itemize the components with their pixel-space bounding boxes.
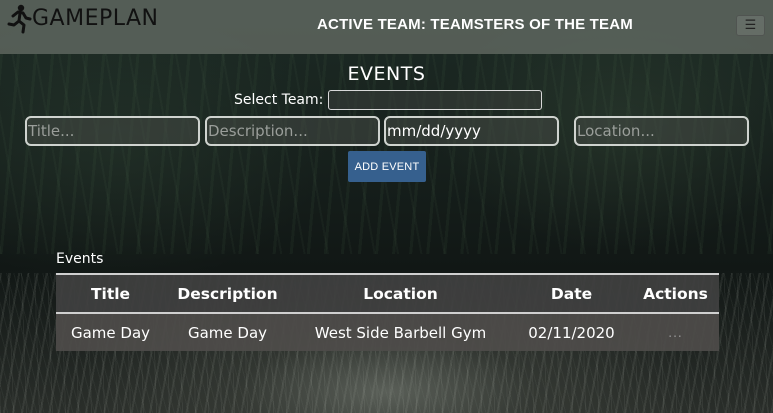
cell-title: Game Day: [70, 323, 151, 342]
hamburger-icon: ☰: [744, 18, 757, 33]
team-select[interactable]: [328, 90, 543, 110]
running-person-icon: [7, 4, 32, 34]
team-select-row: Select Team:: [234, 90, 543, 110]
row-actions-button[interactable]: ...: [632, 313, 719, 351]
active-team-label: ACTIVE TEAM: TEAMSTERS OF THE TEAM: [317, 16, 633, 33]
cell-location: West Side Barbell Gym: [314, 323, 487, 342]
menu-toggle-button[interactable]: ☰: [736, 15, 765, 36]
brand-name: GAMEPLAN: [32, 6, 159, 31]
cell-description: Game Day: [187, 323, 268, 342]
description-input[interactable]: [205, 116, 380, 146]
date-input[interactable]: [384, 116, 559, 146]
table-row: Game Day Game Day West Side Barbell Gym …: [56, 313, 719, 351]
table-header-row: Title Description Location Date Actions: [56, 275, 719, 313]
add-event-button[interactable]: ADD EVENT: [348, 151, 426, 182]
column-header-date[interactable]: Date: [511, 275, 632, 313]
brand-logo[interactable]: GAMEPLAN: [6, 4, 159, 34]
select-team-label: Select Team:: [234, 92, 324, 108]
navbar: GAMEPLAN ACTIVE TEAM: TEAMSTERS OF THE T…: [0, 0, 773, 54]
location-input[interactable]: [574, 116, 749, 146]
title-input[interactable]: [25, 116, 200, 146]
events-table-caption: Events: [56, 251, 104, 267]
cell-date: 02/11/2020: [528, 323, 615, 342]
column-header-actions: Actions: [643, 284, 708, 303]
column-header-title[interactable]: Title: [56, 275, 165, 313]
column-header-location[interactable]: Location: [290, 275, 511, 313]
events-table: Title Description Location Date Actions …: [56, 273, 719, 351]
column-header-description[interactable]: Description: [165, 275, 290, 313]
page-title: EVENTS: [347, 63, 426, 85]
